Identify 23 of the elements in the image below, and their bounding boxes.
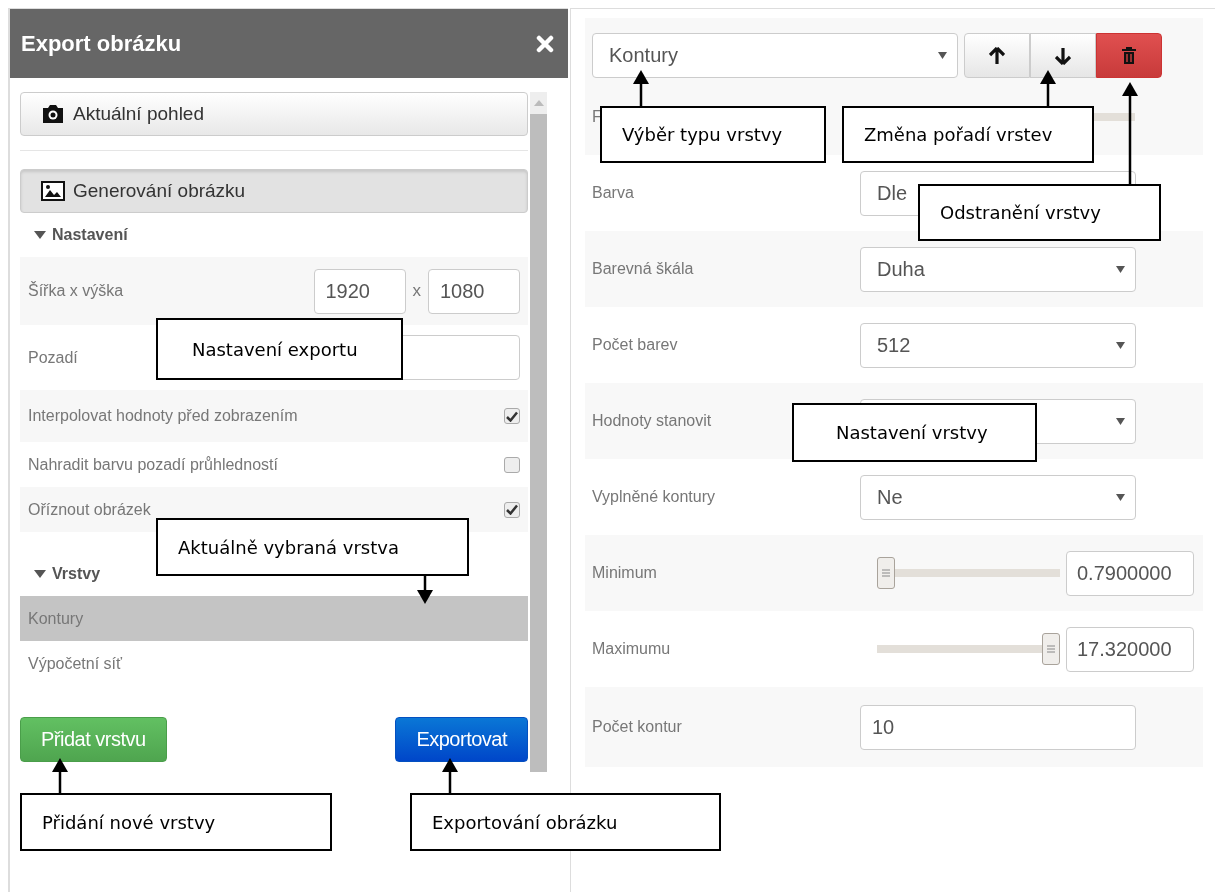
setting-label: Šířka x výška [28, 282, 124, 300]
setting-label: Barevná škála [592, 260, 695, 278]
annotation-tooltip: Odstranění vrstvy [918, 184, 1161, 241]
annotation-tooltip: Aktuálně vybraná vrstva [156, 518, 469, 576]
setting-label: Hodnoty stanovit [592, 412, 713, 430]
annotation-tooltip: Přidání nové vrstvy [20, 793, 332, 851]
setting-label: Počet kontur [592, 718, 683, 736]
annotation-tooltip: Výběr typu vrstvy [600, 106, 826, 163]
setting-label: Oříznout obrázek [28, 500, 151, 519]
setting-label: Maximumu [592, 640, 672, 658]
setting-label: Počet barev [592, 336, 679, 354]
annotation-tooltip: Nastavení vrstvy [792, 403, 1037, 462]
setting-label: Pozadí [28, 348, 78, 367]
setting-label: Vyplněné kontury [592, 488, 717, 506]
annotation-tooltip: Exportování obrázku [410, 793, 721, 851]
annotation-tooltip: Nastavení exportu [156, 318, 403, 380]
dialog-title: Export obrázku [21, 30, 182, 57]
setting-label: Barva [592, 184, 635, 202]
times-sign: x [412, 281, 421, 301]
annotation-tooltip: Změna pořadí vrstev [842, 106, 1094, 163]
setting-label: Minimum [592, 564, 658, 582]
setting-label: Nahradit barvu pozadí průhledností [28, 455, 278, 474]
setting-label: Interpolovat hodnoty před zobrazením [28, 407, 298, 425]
